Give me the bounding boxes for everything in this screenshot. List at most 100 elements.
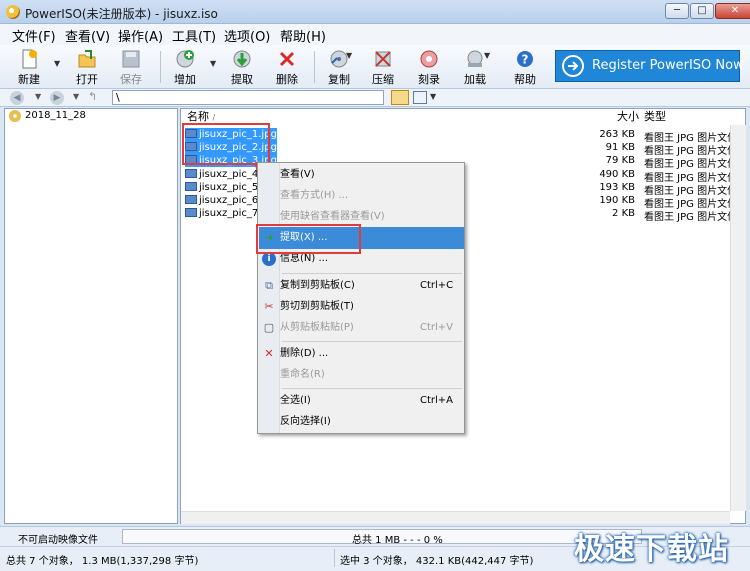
minimize-button[interactable]: ─ <box>665 3 689 19</box>
open-label: 打开 <box>76 73 98 86</box>
file-size: 490 KB <box>599 169 635 180</box>
jpg-file-icon <box>185 195 197 204</box>
file-size: 2 KB <box>612 208 635 219</box>
view-mode-icon[interactable] <box>413 91 427 104</box>
menu-tools[interactable]: 工具(T) <box>172 26 216 45</box>
horizontal-scrollbar[interactable] <box>181 511 730 524</box>
open-folder-icon <box>78 50 96 68</box>
address-input[interactable]: \ <box>112 90 384 105</box>
copy-dropdown-arrow[interactable]: ▼ <box>346 51 352 60</box>
total-objects-status: 总共 7 个对象， 1.3 MB(1,337,298 字节) <box>6 556 199 567</box>
forward-dropdown-icon[interactable]: ▼ <box>73 92 79 101</box>
folder-tree: 2018_11_28 <box>4 108 178 524</box>
jpg-file-icon <box>185 208 197 217</box>
extract-button[interactable]: 提取 <box>227 47 257 87</box>
toolbar-separator <box>160 51 161 83</box>
menu-item-rename[interactable]: 重命名(R) <box>280 365 464 385</box>
back-dropdown-icon[interactable]: ▼ <box>35 92 41 101</box>
burn-disc-icon <box>420 50 438 68</box>
new-label: 新建 <box>18 73 40 86</box>
mount-drive-icon <box>467 50 483 67</box>
menu-item-invert-selection[interactable]: 反向选择(I) <box>280 412 464 432</box>
maximize-button[interactable]: □ <box>690 3 714 19</box>
file-size: 91 KB <box>605 142 635 153</box>
sort-indicator-icon: / <box>212 113 216 122</box>
info-icon: i <box>262 252 276 266</box>
window-title: PowerISO(未注册版本) - jisuxz.iso <box>25 7 218 21</box>
menu-options[interactable]: 选项(O) <box>224 26 270 45</box>
save-disk-icon <box>122 50 140 68</box>
file-size: 193 KB <box>599 182 635 193</box>
file-type: 看图王 JPG 图片文件 <box>644 212 738 223</box>
menu-icon-gutter <box>258 163 280 433</box>
tree-root-item[interactable]: 2018_11_28 <box>25 110 86 121</box>
forward-icon[interactable]: ▶ <box>50 91 64 105</box>
register-button[interactable]: Register PowerISO Now <box>555 50 744 82</box>
menu-item-cut[interactable]: 剪切到剪贴板(T) <box>280 297 464 317</box>
add-button[interactable]: 增加 <box>168 47 202 87</box>
menu-file[interactable]: 文件(F) <box>12 26 56 45</box>
new-file-icon <box>22 49 37 69</box>
column-header-size[interactable]: 大小 <box>617 109 639 125</box>
delete-button[interactable]: 删除 <box>272 47 302 87</box>
menu-help[interactable]: 帮助(H) <box>280 26 326 45</box>
watermark-logo: 极速下载站 <box>574 532 729 567</box>
close-button[interactable]: ✕ <box>715 3 750 19</box>
up-folder-icon[interactable]: ↰ <box>88 90 97 103</box>
selection-highlight-box <box>182 123 270 165</box>
folder-up-icon[interactable] <box>391 90 409 105</box>
menu-item-view[interactable]: 查看(V) <box>280 165 464 185</box>
add-dropdown-arrow[interactable]: ▼ <box>210 59 216 68</box>
image-type-status: 不可启动映像文件 <box>18 535 98 546</box>
open-button[interactable]: 打开 <box>72 47 102 87</box>
view-mode-dropdown-icon[interactable]: ▼ <box>430 92 436 101</box>
paste-icon: ▢ <box>263 321 275 334</box>
vertical-scrollbar[interactable] <box>730 125 746 511</box>
jpg-file-icon <box>185 169 197 178</box>
save-label: 保存 <box>120 73 142 86</box>
help-button[interactable]: ? 帮助 <box>510 47 540 87</box>
jpg-file-icon <box>185 182 197 191</box>
menu-bar: 文件(F) 查看(V) 操作(A) 工具(T) 选项(O) 帮助(H) <box>0 24 750 45</box>
compress-label: 压缩 <box>372 73 394 86</box>
toolbar-separator <box>314 51 315 83</box>
cut-icon: ✂ <box>264 300 274 313</box>
new-dropdown-arrow[interactable]: ▼ <box>54 59 60 68</box>
mount-dropdown-arrow[interactable]: ▼ <box>484 51 490 60</box>
menu-item-delete[interactable]: 删除(D) ... <box>280 344 464 364</box>
mount-label: 加载 <box>464 73 486 86</box>
capacity-status: 总共 1 MB - - - 0 % <box>352 535 443 546</box>
menu-item-view-as[interactable]: 查看方式(H) ... <box>280 186 464 206</box>
menu-item-label: 反向选择(I) <box>280 416 331 427</box>
menu-item-select-all[interactable]: 全选(I) Ctrl+A <box>280 391 464 411</box>
menu-view[interactable]: 查看(V) <box>65 26 110 45</box>
extract-label: 提取 <box>231 73 253 86</box>
save-button[interactable]: 保存 <box>116 47 146 87</box>
copy-label: 复制 <box>328 73 350 86</box>
menu-item-paste[interactable]: 从剪贴板粘贴(P) Ctrl+V <box>280 318 464 338</box>
column-header-type[interactable]: 类型 <box>644 109 666 125</box>
menu-item-copy[interactable]: 复制到剪贴板(C) Ctrl+C <box>280 276 464 296</box>
burn-button[interactable]: 刻录 <box>414 47 444 87</box>
menu-separator <box>282 273 462 274</box>
menu-item-label: 从剪贴板粘贴(P) <box>280 322 354 333</box>
extract-disc-icon <box>233 50 251 68</box>
menu-item-label: 复制到剪贴板(C) <box>280 280 355 291</box>
compress-button[interactable]: 压缩 <box>368 47 398 87</box>
disc-image-icon <box>9 110 21 122</box>
back-icon[interactable]: ◀ <box>10 91 24 105</box>
selected-objects-status: 选中 3 个对象， 432.1 KB(442,447 字节) <box>340 556 534 567</box>
menu-action[interactable]: 操作(A) <box>118 26 163 45</box>
delete-x-icon: ✕ <box>264 347 274 360</box>
help-question-icon: ? <box>517 51 533 67</box>
add-label: 增加 <box>174 73 196 86</box>
menu-item-label: 重命名(R) <box>280 369 325 380</box>
menu-item-label: 全选(I) <box>280 395 311 406</box>
menu-separator <box>282 388 462 389</box>
menu-item-shortcut: Ctrl+V <box>420 322 454 333</box>
menu-item-shortcut: Ctrl+A <box>420 395 454 406</box>
new-button[interactable]: 新建 <box>12 47 46 87</box>
menu-item-label: 查看(V) <box>280 169 315 180</box>
file-size: 79 KB <box>605 155 635 166</box>
add-disc-icon <box>176 50 194 68</box>
